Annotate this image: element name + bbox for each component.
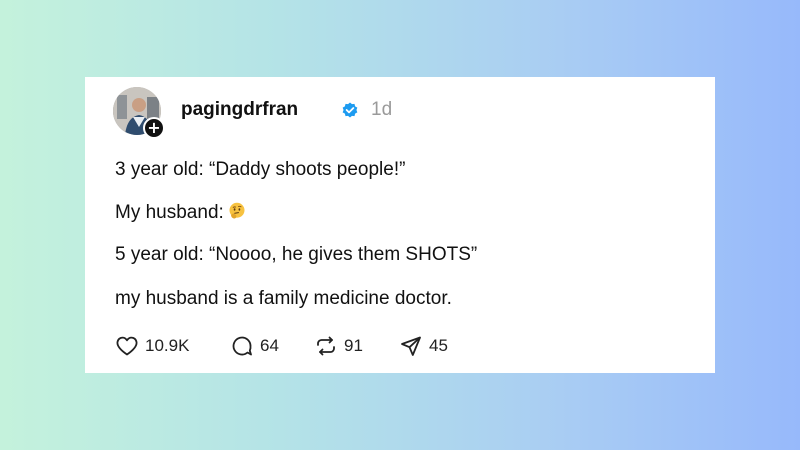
repost-count: 91 <box>344 336 363 355</box>
repost-button[interactable]: 91 <box>314 333 363 359</box>
username[interactable]: pagingdrfran <box>181 99 298 121</box>
reply-button[interactable]: 64 <box>230 333 279 359</box>
heart-icon <box>116 336 138 356</box>
post-line-2-text: My husband: <box>115 202 224 223</box>
post-line-1: 3 year old: “Daddy shoots people!” <box>115 159 406 180</box>
comment-icon <box>232 336 252 356</box>
verified-badge-icon <box>342 102 358 118</box>
post-line-4: my husband is a family medicine doctor. <box>115 288 452 309</box>
reply-count: 64 <box>260 336 279 355</box>
like-count: 10.9K <box>145 336 190 355</box>
post-time[interactable]: 1d <box>371 99 392 121</box>
share-button[interactable]: 45 <box>399 333 448 359</box>
repost-icon <box>317 336 335 356</box>
share-count: 45 <box>429 336 448 355</box>
post-card: + pagingdrfran 1d 3 year old: “Daddy sho… <box>85 77 715 373</box>
post-line-3: 5 year old: “Noooo, he gives them SHOTS” <box>115 244 478 265</box>
post-line-2: My husband: <box>115 202 246 224</box>
action-bar: 10.9K 64 91 45 <box>115 333 675 359</box>
like-button[interactable]: 10.9K <box>115 333 189 359</box>
post-header: + pagingdrfran 1d <box>113 87 673 139</box>
follow-plus-icon[interactable]: + <box>143 117 165 139</box>
thinking-face-emoji-icon <box>229 202 245 219</box>
send-icon <box>401 336 421 356</box>
